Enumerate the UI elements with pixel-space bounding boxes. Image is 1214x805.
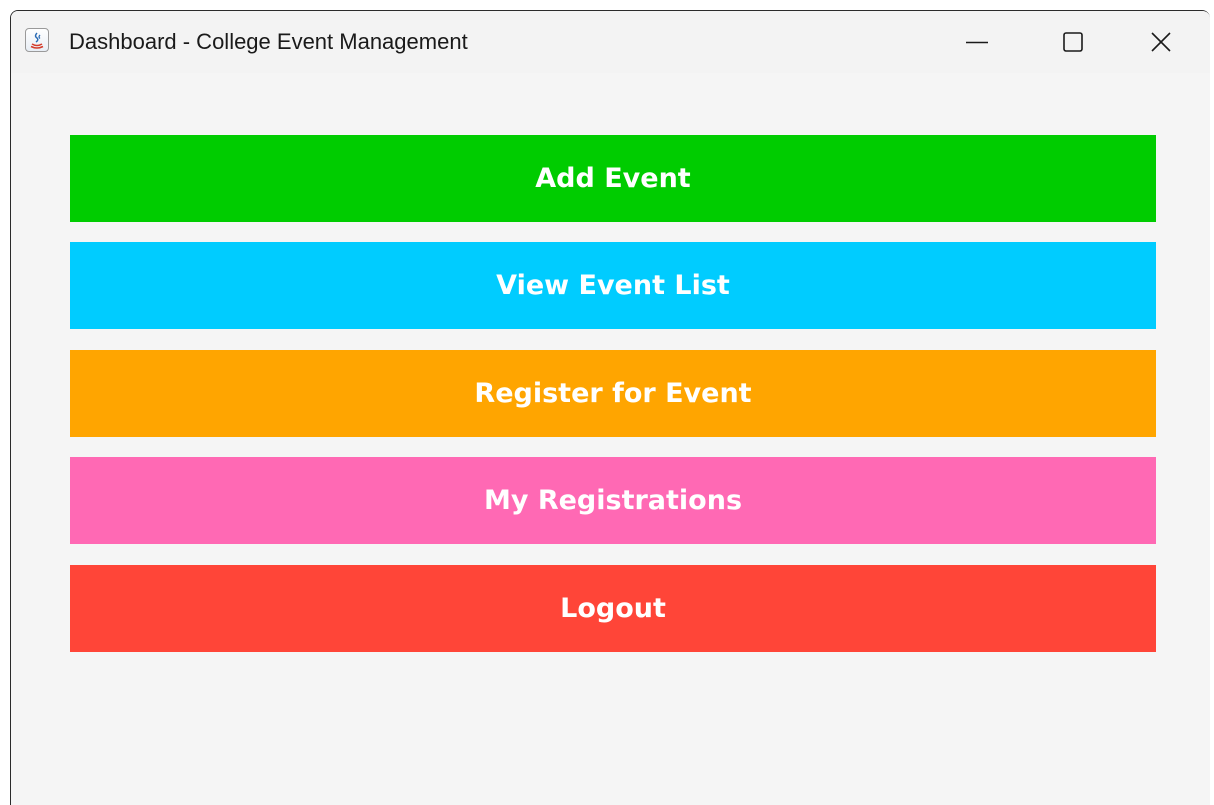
title-bar[interactable]: Dashboard - College Event Management [11, 11, 1210, 73]
window-title: Dashboard - College Event Management [69, 29, 468, 54]
my-registrations-button[interactable]: My Registrations [70, 457, 1156, 544]
maximize-icon [1063, 32, 1083, 52]
java-icon[interactable] [25, 28, 49, 52]
minimize-button[interactable] [941, 11, 1013, 73]
maximize-button[interactable] [1037, 11, 1109, 73]
add-event-button[interactable]: Add Event [70, 135, 1156, 222]
close-button[interactable] [1125, 11, 1197, 73]
register-for-event-button[interactable]: Register for Event [70, 350, 1156, 437]
view-event-list-button[interactable]: View Event List [70, 242, 1156, 329]
dashboard-panel: Add Event View Event List Register for E… [11, 73, 1210, 805]
minimize-icon [966, 41, 988, 44]
close-icon [1151, 32, 1171, 52]
logout-button[interactable]: Logout [70, 565, 1156, 652]
app-window: Dashboard - College Event Management Add… [10, 10, 1210, 805]
